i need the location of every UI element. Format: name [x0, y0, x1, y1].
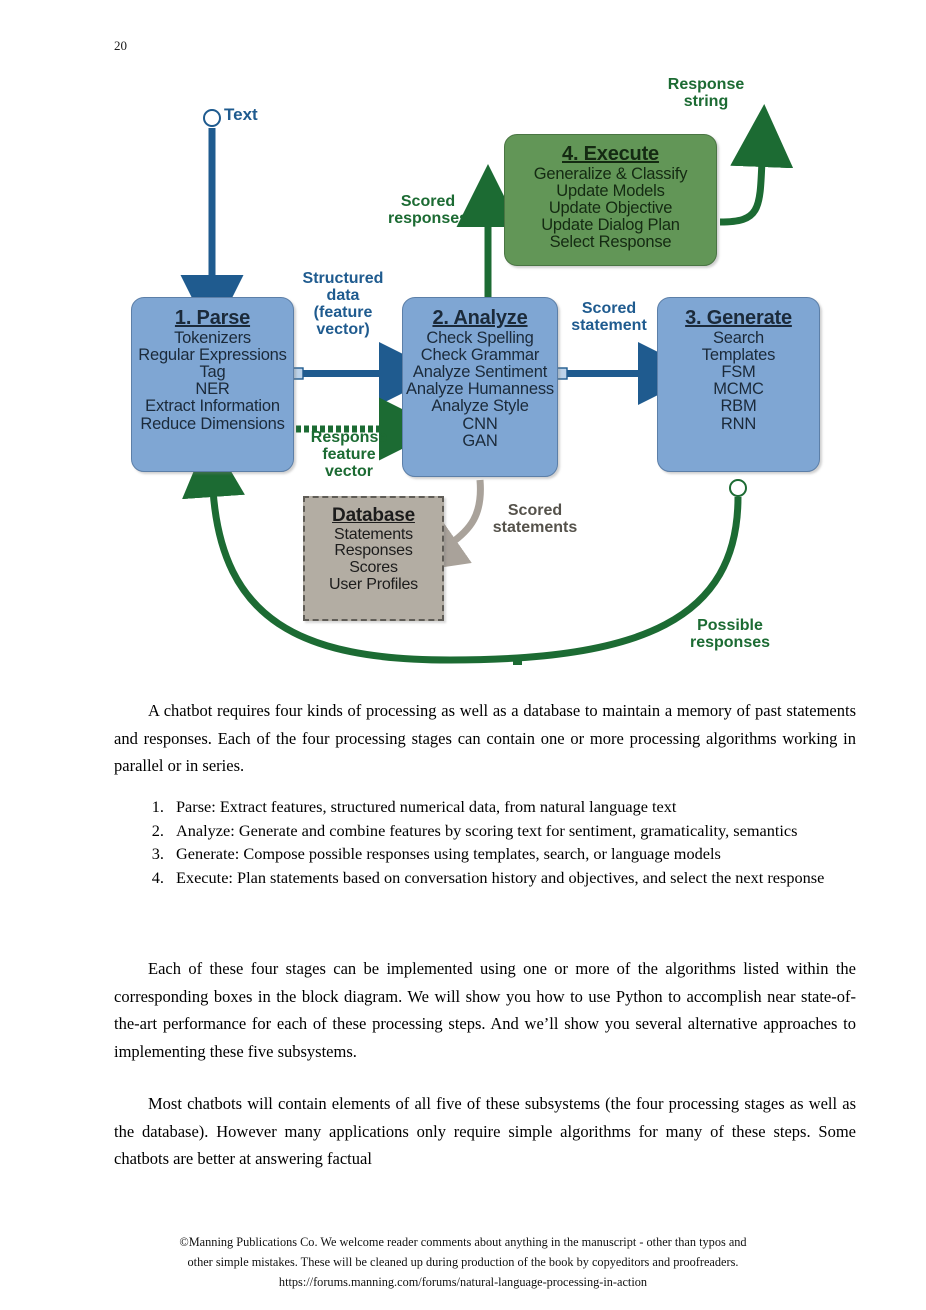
block-analyze-item: Check Grammar [420, 345, 540, 364]
arrow-execute-to-response-string [719, 104, 794, 226]
edge-label-scored-responses: Scored responses [387, 193, 469, 227]
paragraph-subsystems: Most chatbots will contain elements of a… [114, 1090, 856, 1173]
block-generate-item: FSM [721, 363, 756, 382]
edge-label-structured-data: Structured data (feature vector) [302, 270, 384, 338]
paragraph-stages-text: Each of these four stages can be impleme… [114, 959, 856, 1061]
block-database-item: Statements [334, 525, 413, 543]
block-database[interactable]: Database Statements Responses Scores Use… [303, 496, 444, 621]
edge-label-scored-statement: Scored statement [571, 300, 647, 334]
block-analyze-item: Analyze Style [431, 397, 529, 416]
block-analyze-item: Check Spelling [426, 328, 534, 347]
block-database-item: Scores [349, 559, 398, 576]
text-source-terminal [203, 109, 221, 127]
block-analyze-item: CNN [462, 414, 498, 433]
edge-label-possible-responses: Possible responses [689, 617, 771, 651]
block-parse-item: Tag [199, 363, 226, 382]
block-parse[interactable]: 1. Parse Tokenizers Regular Expressions … [131, 297, 294, 472]
list-item: Generate: Compose possible responses usi… [168, 842, 884, 866]
block-generate-item: MCMC [713, 380, 764, 399]
block-parse-item: Extract Information [145, 397, 280, 416]
block-execute-item: Update Dialog Plan [541, 216, 680, 235]
block-analyze-title: 2. Analyze [432, 307, 528, 329]
block-parse-item: NER [195, 380, 230, 399]
block-analyze-item: Analyze Humanness [406, 380, 554, 399]
block-execute-item: Update Objective [548, 199, 673, 218]
block-execute-item: Select Response [549, 233, 672, 252]
block-generate-item: RNN [720, 414, 757, 433]
edge-label-response-string: Response string [667, 76, 745, 110]
loop-midpoint-handle [513, 656, 522, 665]
block-analyze-item: GAN [462, 431, 498, 450]
paragraph-intro-text: A chatbot requires four kinds of process… [114, 701, 856, 775]
paragraph-stages: Each of these four stages can be impleme… [114, 955, 856, 1065]
edge-label-scored-statements: Scored statements [492, 502, 578, 536]
edge-label-text: Text [224, 105, 258, 124]
paragraph-intro: A chatbot requires four kinds of process… [114, 697, 856, 780]
block-generate-title: 3. Generate [685, 307, 792, 329]
footer-line-1: ©Manning Publications Co. We welcome rea… [179, 1235, 747, 1249]
block-database-item: User Profiles [329, 575, 418, 593]
block-execute-item: Update Models [556, 181, 665, 200]
generate-output-terminal [729, 479, 747, 497]
block-generate-item: Search [712, 328, 765, 347]
block-parse-item: Tokenizers [174, 328, 251, 347]
block-generate[interactable]: 3. Generate Search Templates FSM MCMC RB… [657, 297, 820, 472]
block-execute[interactable]: 4. Execute Generalize & Classify Update … [504, 134, 717, 266]
block-parse-item: Reduce Dimensions [140, 414, 285, 433]
document-page: 20 1. Parse Tokenizers Regular Expressio… [0, 0, 926, 1310]
page-footer: ©Manning Publications Co. We welcome rea… [113, 1232, 813, 1292]
block-analyze[interactable]: 2. Analyze Check Spelling Check Grammar … [402, 297, 558, 477]
block-parse-item: Regular Expressions [138, 345, 287, 364]
footer-line-3: https://forums.manning.com/forums/natura… [278, 1275, 648, 1289]
page-number: 20 [114, 38, 127, 53]
block-execute-title: 4. Execute [562, 143, 659, 165]
block-database-title: Database [332, 505, 415, 526]
edge-label-response-feature-vector: Response feature vector [310, 429, 388, 480]
block-parse-title: 1. Parse [174, 307, 251, 329]
paragraph-subsystems-text: Most chatbots will contain elements of a… [114, 1094, 856, 1168]
processing-stage-list: Parse: Extract features, structured nume… [140, 795, 884, 889]
block-diagram-figure: 1. Parse Tokenizers Regular Expressions … [0, 60, 926, 680]
block-execute-item: Generalize & Classify [533, 164, 688, 183]
block-generate-item: Templates [701, 345, 776, 364]
footer-line-2: other simple mistakes. These will be cle… [187, 1255, 739, 1269]
block-analyze-item: Analyze Sentiment [412, 363, 548, 382]
list-item: Execute: Plan statements based on conver… [168, 866, 884, 890]
block-database-item: Responses [334, 542, 413, 560]
list-item: Parse: Extract features, structured nume… [168, 795, 884, 819]
block-generate-item: RBM [720, 397, 757, 416]
arrow-analyze-to-database [409, 479, 484, 573]
list-item: Analyze: Generate and combine features b… [168, 819, 884, 843]
